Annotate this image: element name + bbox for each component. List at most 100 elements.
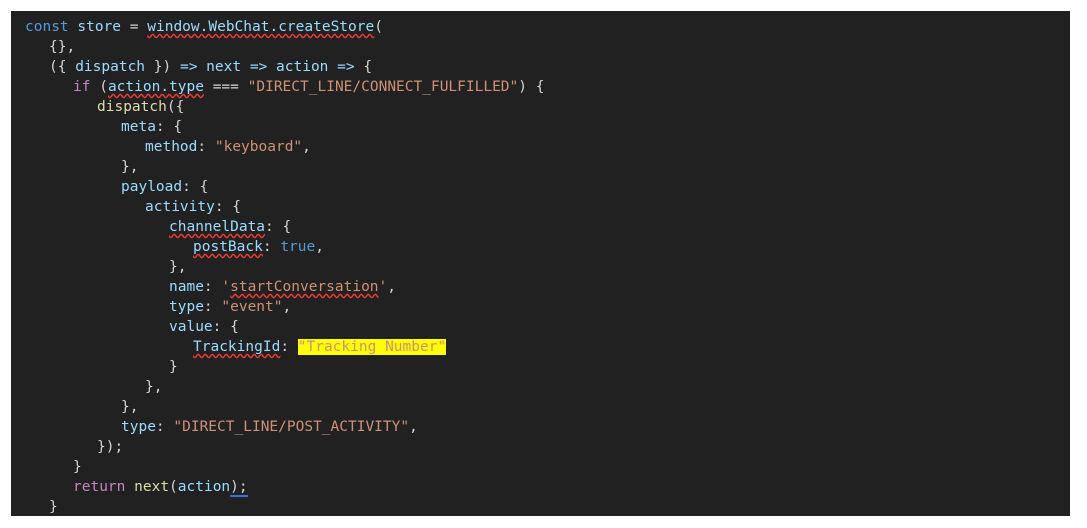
- code-line[interactable]: activity: {: [11, 197, 1070, 217]
- code-token: =>: [179, 59, 198, 75]
- code-line[interactable]: payload: {: [11, 177, 1070, 197]
- code-token: {: [354, 59, 373, 75]
- code-line[interactable]: const store = window.WebChat.createStore…: [11, 17, 1070, 37]
- code-token: (: [374, 19, 383, 35]
- code-token: "keyboard": [214, 139, 303, 155]
- code-token: "DIRECT_LINE/POST_ACTIVITY": [173, 419, 410, 435]
- code-token: :: [197, 139, 215, 155]
- code-token: : {: [214, 199, 242, 215]
- code-line[interactable]: }: [11, 497, 1070, 516]
- code-token: :: [155, 419, 174, 435]
- code-token: ,: [302, 139, 311, 155]
- code-token: payload: [121, 179, 183, 195]
- code-line[interactable]: {},: [11, 37, 1070, 57]
- code-token: next: [206, 59, 242, 75]
- code-token: window.WebChat.createStore: [147, 19, 375, 35]
- code-token: next: [134, 479, 170, 495]
- code-line[interactable]: },: [11, 157, 1070, 177]
- code-line[interactable]: ({ dispatch }) => next => action => {: [11, 57, 1070, 77]
- code-token: type: [169, 299, 204, 315]
- code-token: type: [121, 419, 156, 435]
- code-token: =: [129, 19, 139, 35]
- code-token: : {: [155, 119, 183, 135]
- code-token: ===: [212, 79, 239, 95]
- code-token: channelData: [169, 219, 266, 235]
- code-line[interactable]: value: {: [11, 317, 1070, 337]
- code-line[interactable]: },: [11, 377, 1070, 397]
- code-line[interactable]: meta: {: [11, 117, 1070, 137]
- code-line[interactable]: if (action.type === "DIRECT_LINE/CONNECT…: [11, 77, 1070, 97]
- code-token: ': [221, 279, 231, 295]
- code-lines-container[interactable]: const store = window.WebChat.createStore…: [11, 17, 1070, 516]
- code-token: : {: [182, 179, 209, 195]
- code-token: postBack: [193, 239, 263, 255]
- code-token: );: [230, 479, 248, 497]
- code-token: "DIRECT_LINE/CONNECT_FULFILLED": [247, 79, 519, 95]
- code-line[interactable]: },: [11, 397, 1070, 417]
- code-token: action: [276, 59, 329, 75]
- code-token: :: [262, 239, 281, 255]
- code-token: },: [121, 159, 139, 175]
- code-token: ) {: [518, 79, 545, 95]
- code-token: {},: [49, 39, 76, 55]
- code-token: }): [145, 59, 180, 75]
- code-token: "event": [221, 299, 283, 315]
- code-line[interactable]: }: [11, 357, 1070, 377]
- code-token: (: [90, 79, 108, 95]
- code-line[interactable]: TrackingId: "Tracking Number": [11, 337, 1070, 357]
- code-token: action.type: [107, 79, 204, 95]
- code-line[interactable]: },: [11, 257, 1070, 277]
- code-token: :: [203, 299, 222, 315]
- code-token: });: [97, 439, 124, 455]
- code-token: store: [77, 19, 122, 35]
- code-token: :: [203, 279, 222, 295]
- code-line[interactable]: }: [11, 457, 1070, 477]
- code-token: name: [169, 279, 204, 295]
- code-token: startConversation: [230, 279, 379, 295]
- code-token: meta: [121, 119, 156, 135]
- code-token: }: [49, 499, 58, 515]
- code-token: const: [25, 19, 69, 35]
- code-line[interactable]: channelData: {: [11, 217, 1070, 237]
- code-token: return: [73, 479, 126, 495]
- code-line[interactable]: dispatch({: [11, 97, 1070, 117]
- code-token: "Tracking Number": [297, 339, 447, 355]
- code-token: action: [177, 479, 231, 495]
- code-line[interactable]: method: "keyboard",: [11, 137, 1070, 157]
- code-token: ({: [49, 59, 76, 75]
- code-token: ,: [387, 279, 396, 295]
- code-line[interactable]: type: "event",: [11, 297, 1070, 317]
- code-line[interactable]: return next(action);: [11, 477, 1070, 497]
- code-line[interactable]: type: "DIRECT_LINE/POST_ACTIVITY",: [11, 417, 1070, 437]
- page-root: const store = window.WebChat.createStore…: [0, 0, 1087, 528]
- code-token: dispatch: [75, 59, 146, 75]
- code-token: =>: [337, 59, 355, 75]
- code-token: :: [280, 339, 290, 355]
- code-token: (: [169, 479, 178, 495]
- code-editor-block[interactable]: const store = window.WebChat.createStore…: [11, 11, 1070, 516]
- code-token: ': [378, 279, 388, 295]
- code-token: TrackingId: [193, 339, 281, 355]
- code-token: method: [145, 139, 198, 155]
- code-token: value: [169, 319, 213, 335]
- code-token: : {: [265, 219, 292, 235]
- code-line[interactable]: name: 'startConversation',: [11, 277, 1070, 297]
- code-token: },: [169, 259, 187, 275]
- code-token: dispatch: [97, 99, 167, 115]
- code-token: ,: [315, 239, 324, 255]
- code-token: ,: [409, 419, 418, 435]
- code-token: },: [145, 379, 163, 395]
- code-line[interactable]: postBack: true,: [11, 237, 1070, 257]
- code-token: ,: [282, 299, 292, 315]
- code-line[interactable]: });: [11, 437, 1070, 457]
- code-token: =>: [249, 59, 268, 75]
- code-token: }: [169, 359, 178, 375]
